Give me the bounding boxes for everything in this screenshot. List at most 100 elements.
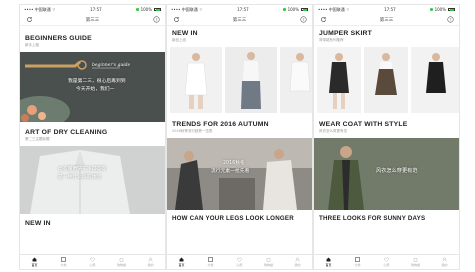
tab-label: 心愿 xyxy=(383,263,390,267)
product-thumbnail[interactable] xyxy=(411,47,459,113)
model-image xyxy=(225,47,277,113)
banner-caption: beginner's guide xyxy=(92,63,131,68)
nav-title: 第三三 xyxy=(85,17,100,23)
tab-cart[interactable]: 购物袋 xyxy=(405,257,427,267)
dry-cleaning-banner[interactable]: 比衣服更洗干净得得得 是一种什么样的体验 xyxy=(20,146,165,214)
product-thumbnail[interactable] xyxy=(364,47,408,113)
battery-icon xyxy=(448,8,455,11)
section-subtitle: 新手上路 xyxy=(25,43,39,47)
product-thumbnail[interactable] xyxy=(225,47,277,113)
tab-label: 首页 xyxy=(325,263,332,267)
feed: NEW IN 新品上线 TRENDS FOR 2016 AUTUMN 2016秋… xyxy=(167,26,312,254)
section-title[interactable]: TRENDS FOR 2016 AUTUMN xyxy=(167,121,312,128)
section-subtitle: 背带裙系列推荐 xyxy=(319,38,344,42)
carrier-label: •••• 中国联通 ⌔ xyxy=(318,6,350,12)
feed: JUMPER SKIRT 背带裙系列推荐 WEAR COAT WITH STYL… xyxy=(314,26,459,254)
section-title[interactable]: NEW IN xyxy=(20,220,165,227)
section-title[interactable]: WEAR COAT WITH STYLE xyxy=(314,121,459,128)
trends-banner[interactable]: 2016秋冬 流行元素一抢先看 xyxy=(167,138,312,210)
time-label: 17:57 xyxy=(237,7,249,12)
beginners-guide-banner[interactable]: beginner's guide 我是第二三，很心后再到到 今天开始，我们一 xyxy=(20,52,165,122)
location-icon xyxy=(430,8,433,11)
section-title[interactable]: THREE LOOKS FOR SUNNY DAYS xyxy=(314,215,459,222)
tab-wishlist[interactable]: 心愿 xyxy=(376,257,398,267)
section-title[interactable]: HOW CAN YOUR LEGS LOOK LONGER xyxy=(167,215,312,222)
category-icon xyxy=(355,257,360,262)
battery-label: 100% xyxy=(434,7,446,12)
nav-title: 第三三 xyxy=(232,17,247,23)
banner-text-line: 我是第二三，很心后再到到 xyxy=(68,79,126,84)
tab-label: 首页 xyxy=(178,263,185,267)
tab-label: 心愿 xyxy=(89,263,96,267)
tab-label: 我的 xyxy=(441,263,448,267)
home-icon xyxy=(179,257,184,262)
banner-text-line: 2016秋冬 xyxy=(223,161,245,166)
tab-label: 心愿 xyxy=(236,263,243,267)
help-icon[interactable]: ? xyxy=(446,16,454,24)
tab-label: 我的 xyxy=(147,263,154,267)
status-bar: •••• 中国联通 ⌔ 17:57 100% xyxy=(314,5,459,14)
tab-home[interactable]: 首页 xyxy=(318,257,340,267)
tab-wishlist[interactable]: 心愿 xyxy=(82,257,104,267)
section-title[interactable]: ART OF DRY CLEANING xyxy=(20,129,165,136)
tab-label: 首页 xyxy=(31,263,38,267)
phone-screen-1: •••• 中国联通 ⌔ 17:57 100% 第三三 ? BEGINNERS G… xyxy=(19,4,166,270)
banner-text-line: 流行元素一抢先看 xyxy=(211,169,250,174)
refresh-icon[interactable] xyxy=(319,16,327,24)
heart-icon xyxy=(384,257,389,262)
product-thumbnail[interactable] xyxy=(317,47,361,113)
coat-style-banner[interactable]: 风衣怎么穿更有范 xyxy=(314,138,459,210)
model-image xyxy=(280,47,312,113)
heart-icon xyxy=(237,257,242,262)
category-icon xyxy=(61,257,66,262)
time-label: 17:57 xyxy=(90,7,102,12)
nav-title: 第三三 xyxy=(379,17,394,23)
battery-label: 100% xyxy=(287,7,299,12)
section-title[interactable]: NEW IN xyxy=(167,30,312,37)
bag-icon xyxy=(119,258,124,262)
tab-category[interactable]: 分类 xyxy=(53,257,75,267)
carrier-label: •••• 中国联通 ⌔ xyxy=(171,6,203,12)
tab-label: 我的 xyxy=(294,263,301,267)
battery-icon xyxy=(301,8,308,11)
tab-home[interactable]: 首页 xyxy=(24,257,46,267)
feed: BEGINNERS GUIDE 新手上路 beginner's guide 我是… xyxy=(20,26,165,254)
section-title[interactable]: JUMPER SKIRT xyxy=(314,30,459,37)
home-icon xyxy=(32,257,37,262)
svg-text:?: ? xyxy=(449,18,451,22)
tab-wishlist[interactable]: 心愿 xyxy=(229,257,251,267)
svg-text:?: ? xyxy=(302,18,304,22)
tab-profile[interactable]: 我的 xyxy=(434,257,456,267)
refresh-icon[interactable] xyxy=(25,16,33,24)
tab-cart[interactable]: 购物袋 xyxy=(111,257,133,267)
tab-label: 分类 xyxy=(354,263,361,267)
product-thumbnail[interactable] xyxy=(280,47,312,113)
help-icon[interactable]: ? xyxy=(299,16,307,24)
section-title[interactable]: BEGINNERS GUIDE xyxy=(20,35,165,42)
user-icon xyxy=(295,257,300,262)
tab-profile[interactable]: 我的 xyxy=(140,257,162,267)
jumper-skirt-image xyxy=(317,47,361,113)
tab-label: 分类 xyxy=(207,263,214,267)
section-subtitle: 第二三主题标题 xyxy=(25,137,50,141)
status-bar: •••• 中国联通 ⌔ 17:57 100% xyxy=(20,5,165,14)
tab-label: 购物袋 xyxy=(116,263,126,267)
category-icon xyxy=(208,257,213,262)
tab-bar: 首页 分类 心愿 购物袋 我的 xyxy=(314,254,459,269)
model-image xyxy=(170,47,222,113)
tab-cart[interactable]: 购物袋 xyxy=(258,257,280,267)
jumper-skirt-image xyxy=(364,47,408,113)
home-icon xyxy=(326,257,331,262)
tab-profile[interactable]: 我的 xyxy=(287,257,309,267)
user-icon xyxy=(442,257,447,262)
tab-category[interactable]: 分类 xyxy=(200,257,222,267)
tab-category[interactable]: 分类 xyxy=(347,257,369,267)
product-carousel xyxy=(314,47,459,113)
help-icon[interactable]: ? xyxy=(152,16,160,24)
product-thumbnail[interactable] xyxy=(170,47,222,113)
battery-label: 100% xyxy=(140,7,152,12)
location-icon xyxy=(136,8,139,11)
tab-label: 购物袋 xyxy=(410,263,420,267)
refresh-icon[interactable] xyxy=(172,16,180,24)
tab-home[interactable]: 首页 xyxy=(171,257,193,267)
